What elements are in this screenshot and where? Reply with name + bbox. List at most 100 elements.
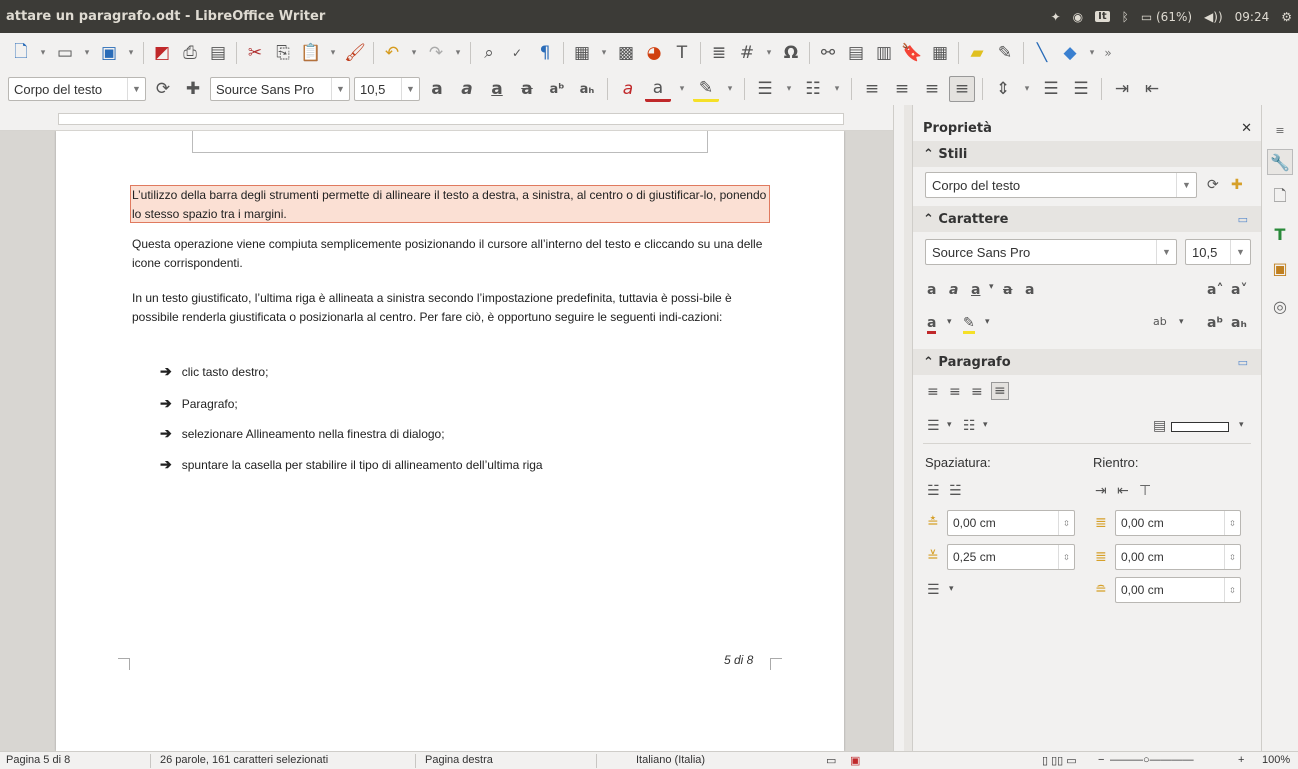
decrease-spacing-icon[interactable]: ☱ [949, 483, 962, 499]
list-item[interactable]: ➔ clic tasto destro; [160, 363, 268, 380]
footnote-icon[interactable]: ▤ [843, 40, 869, 66]
above-paragraph-spacing-input[interactable]: 0,00 cm ⇳ [947, 510, 1075, 536]
redo-icon[interactable]: ↷ [423, 40, 449, 66]
decrease-indent-icon[interactable]: ⇤ [1117, 483, 1129, 499]
styles-section-header[interactable]: ⌃ Stili [913, 141, 1262, 167]
zoom-slider[interactable]: ———○———— [1110, 754, 1194, 766]
line-spacing-icon[interactable]: ☰ [927, 582, 940, 598]
background-dropdown-icon[interactable]: ▾ [1239, 420, 1244, 430]
decrease-indent-icon[interactable]: ⇤ [1139, 76, 1165, 102]
decrease-paragraph-spacing-icon[interactable]: ☰ [1068, 76, 1094, 102]
increase-indent-icon[interactable]: ⇥ [1109, 76, 1135, 102]
document-modified-icon[interactable]: ▣ [850, 754, 860, 767]
clock[interactable]: 09:24 [1235, 10, 1270, 24]
new-document-icon[interactable]: 🗋 [8, 40, 34, 66]
align-right-icon[interactable]: ≡ [971, 384, 983, 400]
field-dropdown-icon[interactable]: ▾ [762, 40, 776, 66]
document-area[interactable]: L’utilizzo della barra degli strumenti p… [0, 131, 893, 751]
chevron-down-icon[interactable]: ▼ [1156, 240, 1176, 264]
table-dropdown-icon[interactable]: ▾ [597, 40, 611, 66]
page-break-icon[interactable]: ≣ [706, 40, 732, 66]
first-line-indent-input[interactable]: 0,00 cm ⇳ [1115, 577, 1241, 603]
toolbar-overflow-icon[interactable]: » [1101, 40, 1115, 66]
spinner-icon[interactable]: ⇳ [1224, 578, 1240, 602]
list-item[interactable]: ➔ spuntare la casella per stabilire il ti… [160, 456, 543, 473]
line-icon[interactable]: ╲ [1029, 40, 1055, 66]
chevron-down-icon[interactable]: ▼ [127, 78, 145, 100]
styles-deck-icon[interactable]: T [1267, 221, 1293, 247]
horizontal-ruler[interactable] [0, 105, 893, 131]
line-spacing-icon[interactable]: ⇕ [990, 76, 1016, 102]
export-pdf-icon[interactable]: ◩ [149, 40, 175, 66]
underline-icon[interactable]: a [971, 282, 980, 298]
italic-icon[interactable]: a [949, 282, 958, 298]
open-dropdown-icon[interactable]: ▾ [80, 40, 94, 66]
chevron-down-icon[interactable]: ▼ [331, 78, 349, 100]
save-dropdown-icon[interactable]: ▾ [124, 40, 138, 66]
paragraph-1[interactable]: L’utilizzo della barra degli strumenti p… [132, 186, 772, 224]
grow-font-icon[interactable]: a˄ [1207, 282, 1223, 298]
bold-icon[interactable]: a [927, 282, 936, 298]
paragraph-2[interactable]: Questa operazione viene compiuta semplic… [132, 235, 772, 273]
character-section-header[interactable]: ⌃ Carattere ▭ [913, 206, 1262, 232]
underline-icon[interactable]: a [484, 76, 510, 102]
line-spacing-dropdown-icon[interactable]: ▾ [949, 584, 954, 594]
page-counter[interactable]: Pagina 5 di 8 [6, 754, 70, 766]
undo-dropdown-icon[interactable]: ▾ [407, 40, 421, 66]
word-count[interactable]: 26 parole, 161 caratteri selezionati [160, 754, 328, 766]
clone-formatting-icon[interactable]: 🖌 [342, 40, 368, 66]
ruler-strip[interactable] [58, 113, 844, 125]
update-style-icon[interactable]: ⟳ [1207, 177, 1219, 193]
unordered-list-icon[interactable]: ☰ [752, 76, 778, 102]
paragraph-section-header[interactable]: ⌃ Paragrafo ▭ [913, 349, 1262, 375]
comment-icon[interactable]: ▰ [964, 40, 990, 66]
paragraph-style-combo[interactable]: Corpo del testo ▼ [8, 77, 146, 101]
list-dropdown-icon[interactable]: ▾ [782, 76, 796, 102]
list-item[interactable]: ➔ Paragrafo; [160, 395, 238, 412]
spinner-icon[interactable]: ⇳ [1058, 511, 1074, 535]
font-name-combo[interactable]: Source Sans Pro ▼ [210, 77, 350, 101]
subscript-icon[interactable]: aₕ [574, 76, 600, 102]
font-color-icon[interactable]: a [927, 315, 937, 334]
chevron-down-icon[interactable]: ▼ [401, 78, 419, 100]
line-spacing-dropdown-icon[interactable]: ▾ [1020, 76, 1034, 102]
redo-dropdown-icon[interactable]: ▾ [451, 40, 465, 66]
list-item[interactable]: ➔ selezionare Allineamento nella finestra… [160, 425, 445, 442]
paste-dropdown-icon[interactable]: ▾ [326, 40, 340, 66]
zoom-level[interactable]: 100% [1262, 754, 1290, 766]
special-character-icon[interactable]: Ω [778, 40, 804, 66]
sidebar-menu-icon[interactable]: ≡ [1267, 117, 1293, 143]
new-style-icon[interactable]: ✚ [180, 76, 206, 102]
increase-paragraph-spacing-icon[interactable]: ☰ [1038, 76, 1064, 102]
ordered-list-dropdown-icon[interactable]: ▾ [830, 76, 844, 102]
formatting-marks-icon[interactable]: ¶ [532, 40, 558, 66]
superscript-icon[interactable]: aᵇ [544, 76, 570, 102]
spinner-icon[interactable]: ⇳ [1224, 545, 1240, 569]
print-preview-icon[interactable]: ▤ [205, 40, 231, 66]
language[interactable]: Italiano (Italia) [636, 754, 705, 766]
align-center-icon[interactable]: ≡ [889, 76, 915, 102]
ordered-list-icon[interactable]: ☷ [963, 418, 976, 434]
page-style[interactable]: Pagina destra [425, 754, 493, 766]
align-right-icon[interactable]: ≡ [919, 76, 945, 102]
insert-field-icon[interactable]: # [734, 40, 760, 66]
strikethrough-icon[interactable]: a [514, 76, 540, 102]
insert-image-icon[interactable]: ▩ [613, 40, 639, 66]
bookmark-icon[interactable]: 🔖 [899, 40, 925, 66]
spinner-icon[interactable]: ⇳ [1224, 511, 1240, 535]
paragraph-3[interactable]: In un testo giustificato, l’ultima riga … [132, 289, 772, 327]
font-color-dropdown-icon[interactable]: ▾ [947, 317, 952, 327]
align-left-icon[interactable]: ≡ [859, 76, 885, 102]
character-spacing-icon[interactable]: ab [1153, 315, 1167, 328]
insert-table-icon[interactable]: ▦ [569, 40, 595, 66]
sidebar-font-combo[interactable]: Source Sans Pro ▼ [925, 239, 1177, 265]
find-replace-icon[interactable]: ⌕ [476, 40, 502, 66]
spelling-icon[interactable]: ✓ [504, 40, 530, 66]
align-left-icon[interactable]: ≡ [927, 384, 939, 400]
highlight-icon[interactable]: ✎ [963, 315, 975, 334]
clear-formatting-icon[interactable]: a [615, 76, 641, 102]
font-size-combo[interactable]: 10,5 ▼ [354, 77, 420, 101]
sidebar-size-combo[interactable]: 10,5 ▼ [1185, 239, 1251, 265]
copy-icon[interactable]: ⎘ [270, 40, 296, 66]
gallery-deck-icon[interactable]: ▣ [1267, 255, 1293, 281]
